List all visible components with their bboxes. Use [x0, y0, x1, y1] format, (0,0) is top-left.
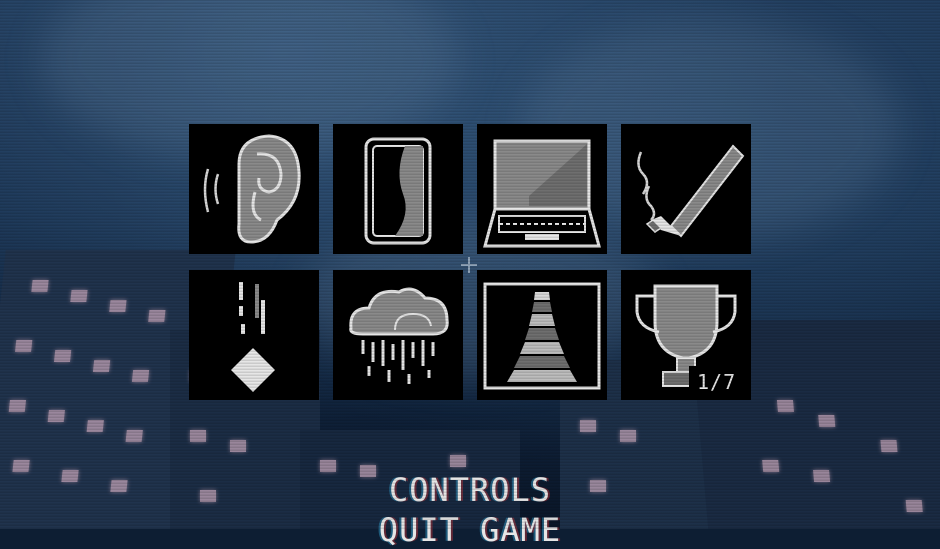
- tile-soda-can[interactable]: [333, 124, 463, 254]
- tile-laptop[interactable]: [477, 124, 607, 254]
- soda-can-icon: [364, 137, 432, 245]
- trophy-counter: 1/7: [689, 366, 745, 398]
- tile-stairway[interactable]: [477, 270, 607, 400]
- tile-rain-cloud[interactable]: [333, 270, 463, 400]
- tile-falling-drop[interactable]: [189, 270, 319, 400]
- rain-cloud-icon: [349, 287, 449, 384]
- cigarette-icon: [637, 144, 745, 238]
- controls-button[interactable]: CONTROLS: [0, 471, 940, 509]
- stairway-icon: [483, 282, 601, 390]
- tile-cigarette[interactable]: [621, 124, 751, 254]
- crosshair-cursor: [461, 257, 477, 273]
- main-menu: CONTROLS: [0, 471, 940, 509]
- laptop-icon: [483, 139, 601, 248]
- ear-icon: [203, 134, 301, 244]
- quit-game-button[interactable]: QUIT GAME: [0, 511, 940, 549]
- falling-drop-icon: [231, 282, 275, 392]
- tile-ear[interactable]: [189, 124, 319, 254]
- main-menu-secondary: QUIT GAME: [0, 511, 940, 549]
